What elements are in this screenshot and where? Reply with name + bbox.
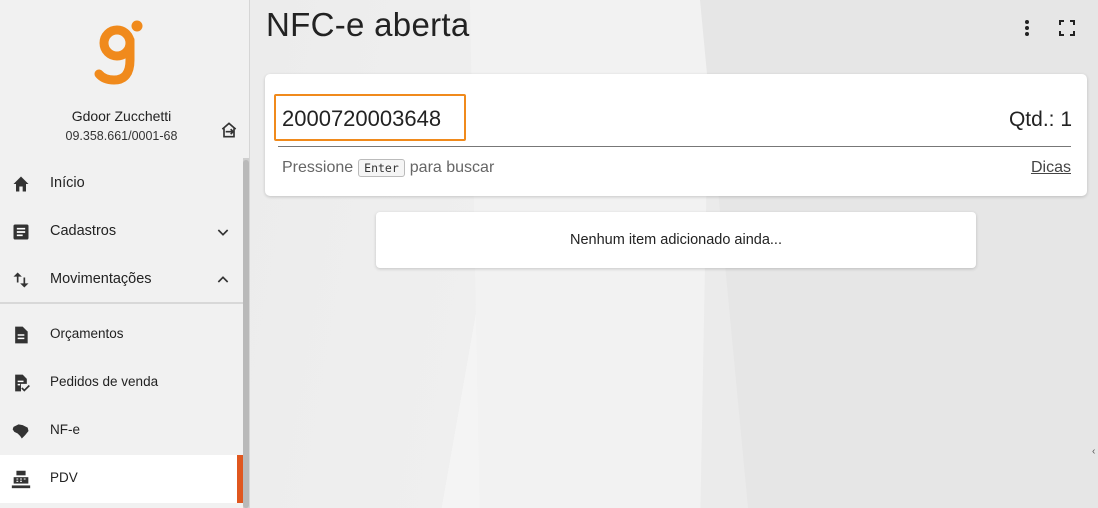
- sidebar-item-label: Cadastros: [50, 223, 117, 239]
- more-options-button[interactable]: [1015, 16, 1039, 40]
- hint-text: para buscar: [409, 159, 495, 176]
- product-search-card: Qtd.: 1 Pressione Enter para buscar Dica…: [265, 74, 1087, 196]
- sidebar-item-pedidos-de-venda[interactable]: Pedidos de venda: [0, 359, 243, 407]
- items-list-empty: Nenhum item adicionado ainda...: [376, 212, 976, 268]
- sidebar-item-label: Início: [50, 175, 85, 191]
- brazil-map-icon: [10, 420, 32, 442]
- list-icon: [10, 221, 32, 243]
- gdoor-logo: [94, 20, 143, 85]
- quantity-label[interactable]: Qtd.: 1: [1009, 108, 1072, 132]
- sidebar-item-label: Movimentações: [50, 271, 152, 287]
- sidebar-item-movimentacoes[interactable]: Movimentações: [0, 256, 243, 304]
- fullscreen-icon: [1059, 20, 1075, 36]
- company-header: Gdoor Zucchetti 09.358.661/0001-68: [0, 0, 249, 158]
- swap-vertical-icon: [10, 269, 32, 291]
- chevron-down-icon: [212, 221, 234, 243]
- logout-button[interactable]: [216, 118, 242, 142]
- sidebar-scroll-thumb[interactable]: [243, 160, 249, 508]
- main-content: NFC-e aberta Qtd.: 1 Pressione Enter par…: [250, 0, 1098, 508]
- search-hint: Pressione Enter para buscar: [282, 159, 494, 177]
- sidebar-item-label: Orçamentos: [50, 326, 124, 341]
- sidebar-item-label: Pedidos de venda: [50, 374, 159, 389]
- enter-key-badge: Enter: [358, 159, 405, 177]
- cash-register-icon: [10, 468, 32, 490]
- sidebar-item-pdv[interactable]: PDV: [0, 455, 243, 503]
- more-vertical-icon: [1025, 20, 1029, 36]
- document-icon: [10, 324, 32, 346]
- fullscreen-button[interactable]: [1055, 16, 1079, 40]
- empty-message: Nenhum item adicionado ainda...: [570, 232, 782, 248]
- sidebar-item-label: PDV: [50, 470, 78, 485]
- chevron-up-icon: [212, 269, 234, 291]
- page-title: NFC-e aberta: [266, 6, 470, 43]
- sidebar-item-inicio[interactable]: Início: [0, 160, 243, 208]
- sidebar-item-nfe[interactable]: NF-e: [0, 407, 243, 455]
- tips-link[interactable]: Dicas: [1031, 159, 1071, 177]
- document-check-icon: [10, 372, 32, 394]
- sidebar: Gdoor Zucchetti 09.358.661/0001-68 Iníci…: [0, 0, 250, 508]
- barcode-field-highlight: [274, 94, 466, 141]
- collapse-arrow-icon[interactable]: ‹: [1092, 446, 1095, 457]
- sidebar-item-orcamentos[interactable]: Orçamentos: [0, 311, 243, 359]
- active-indicator: [237, 455, 243, 503]
- home-icon: [10, 173, 32, 195]
- company-name: Gdoor Zucchetti: [71, 108, 172, 124]
- sidebar-item-label: NF-e: [50, 422, 80, 437]
- input-underline: [278, 146, 1071, 147]
- company-cnpj: 09.358.661/0001-68: [65, 129, 178, 143]
- nav-divider: [0, 302, 243, 304]
- sidebar-nav: Início Cadastros Movimentações Orçamento…: [0, 158, 243, 508]
- sidebar-item-cadastros[interactable]: Cadastros: [0, 208, 243, 256]
- barcode-input[interactable]: [282, 106, 458, 132]
- hint-text: Pressione: [282, 159, 354, 176]
- logout-icon: [221, 122, 237, 138]
